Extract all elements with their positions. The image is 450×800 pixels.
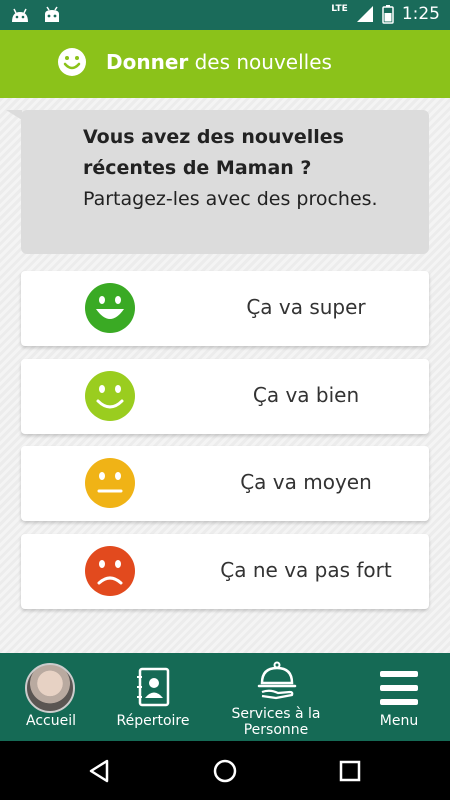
clock: 1:25 [401,4,440,24]
page-title: Donner des nouvelles [106,50,332,74]
big-smile-icon [85,283,135,333]
bottom-nav: Accueil Répertoire Services à la Personn… [0,653,450,741]
prompt-subtitle: Partagez-les avec des proches. [83,188,378,210]
hamburger-menu-icon [380,671,418,705]
battery-icon [382,5,394,24]
network-type: LTE [331,4,348,14]
nav-menu[interactable]: Menu [348,653,450,741]
nav-accueil[interactable]: Accueil [0,653,102,741]
content-area: Vous avez des nouvelles récentes de Mama… [0,98,450,653]
back-icon[interactable] [88,759,110,783]
option-super[interactable]: Ça va super [21,271,429,346]
nav-menu-label: Menu [379,713,419,729]
smile-icon [85,371,135,421]
nav-services[interactable]: Services à la Personne [204,653,348,741]
android-icon [12,8,28,22]
address-book-icon [137,667,170,707]
prompt-question: Vous avez des nouvelles récentes de Mama… [83,126,344,179]
option-label: Ça va bien [252,383,360,407]
nav-repertoire[interactable]: Répertoire [102,653,204,741]
neutral-face-icon [85,458,135,508]
system-nav-bar [0,741,450,800]
sad-face-icon [85,546,135,596]
option-pas-fort[interactable]: Ça ne va pas fort [21,534,429,609]
option-bien[interactable]: Ça va bien [21,359,429,434]
avatar [25,663,75,713]
option-label: Ça ne va pas fort [220,558,392,582]
option-label: Ça va super [246,295,366,319]
option-moyen[interactable]: Ça va moyen [21,446,429,521]
cloche-service-icon [257,661,297,700]
smiley-icon [58,48,86,76]
bubble-tail [6,110,22,120]
android-icon [45,6,59,22]
nav-accueil-label: Accueil [26,713,76,729]
nav-services-label: Services à la Personne [231,706,321,738]
header-bar: Donner des nouvelles [0,30,450,98]
home-icon[interactable] [213,759,237,783]
status-bar: LTE 1:25 [0,0,450,30]
prompt-bubble: Vous avez des nouvelles récentes de Mama… [21,110,429,254]
recent-apps-icon[interactable] [339,760,361,782]
signal-icon [356,6,373,22]
nav-repertoire-label: Répertoire [116,713,190,729]
page-title-bold: Donner [106,50,189,74]
option-label: Ça va moyen [240,470,372,494]
page-title-rest: des nouvelles [188,50,332,74]
